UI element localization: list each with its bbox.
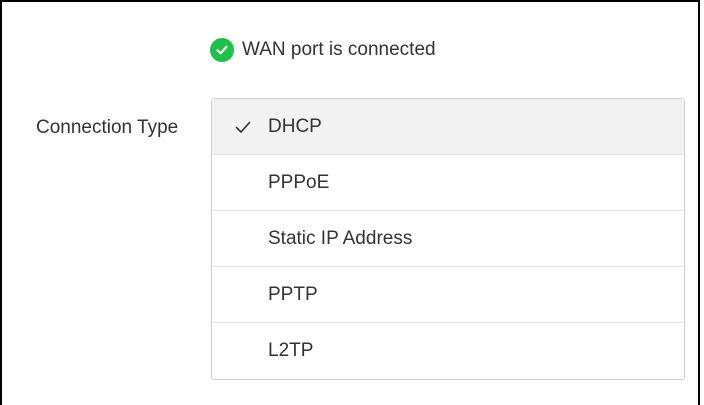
option-label: Static IP Address bbox=[268, 227, 413, 249]
dropdown-option-pptp[interactable]: PPTP bbox=[212, 267, 684, 323]
dropdown-option-l2tp[interactable]: L2TP bbox=[212, 323, 684, 379]
settings-panel: WAN port is connected Connection Type DH… bbox=[0, 0, 700, 405]
dropdown-option-static-ip[interactable]: Static IP Address bbox=[212, 211, 684, 267]
wan-status-text: WAN port is connected bbox=[242, 39, 436, 60]
option-label: DHCP bbox=[268, 115, 322, 137]
option-label: PPPoE bbox=[268, 171, 330, 193]
option-label: PPTP bbox=[268, 283, 318, 305]
connection-type-label: Connection Type bbox=[36, 117, 179, 138]
check-circle-icon bbox=[210, 38, 234, 62]
dropdown-option-dhcp[interactable]: DHCP bbox=[212, 99, 684, 155]
connection-type-dropdown[interactable]: DHCP PPPoE Static IP Address PPTP L2TP bbox=[211, 98, 685, 380]
option-label: L2TP bbox=[268, 340, 314, 361]
dropdown-option-pppoe[interactable]: PPPoE bbox=[212, 155, 684, 211]
wan-status: WAN port is connected bbox=[210, 38, 436, 62]
checkmark-icon bbox=[235, 121, 251, 133]
